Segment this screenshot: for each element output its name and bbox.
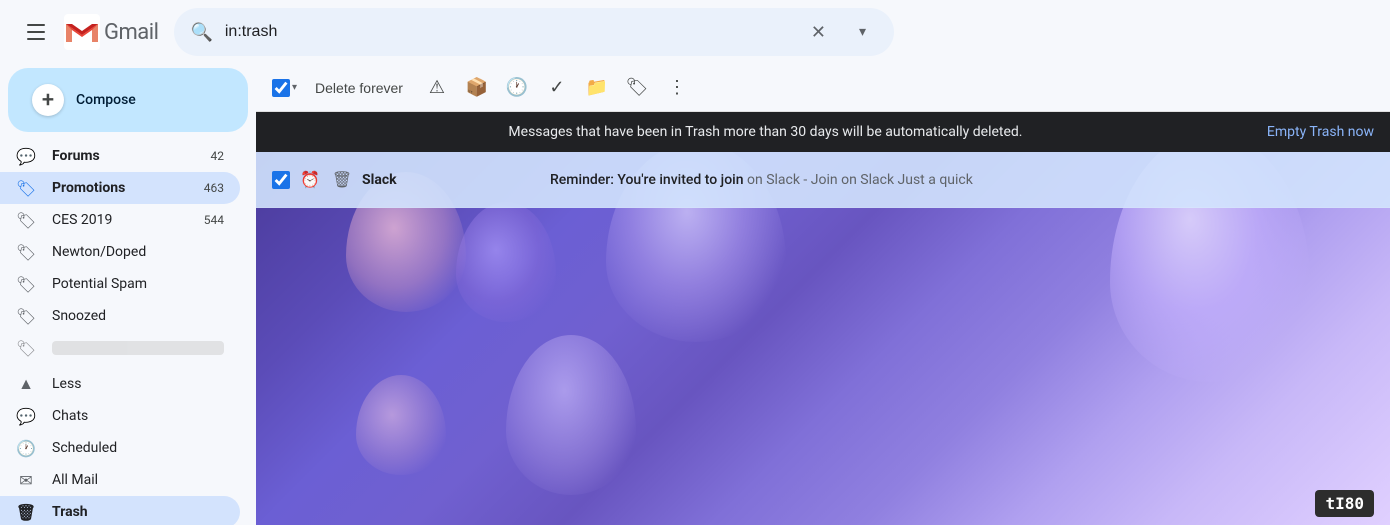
chats-icon: 💬: [16, 406, 36, 426]
less-chevron-icon: ▲: [16, 374, 36, 394]
compose-button[interactable]: + Compose: [8, 68, 248, 132]
sidebar-item-forums[interactable]: 💬 Forums 42: [0, 140, 240, 172]
snoozed-icon: 🏷: [16, 306, 36, 326]
email-trash-action-icon: 🗑: [330, 168, 354, 192]
forums-count: 42: [211, 149, 225, 163]
jellyfish-6: [356, 375, 446, 475]
promotions-icon: 🏷: [16, 178, 36, 198]
sidebar-item-scheduled[interactable]: 🕐 Scheduled: [0, 432, 240, 464]
sidebar-item-chats[interactable]: 💬 Chats: [0, 400, 240, 432]
sidebar-item-unknown[interactable]: 🏷: [0, 332, 240, 364]
potential-spam-icon: 🏷: [16, 274, 36, 294]
sidebar-item-promotions[interactable]: 🏷 Promotions 463: [0, 172, 240, 204]
select-dropdown-arrow[interactable]: ▾: [290, 80, 299, 95]
checkmark-icon: ✓: [549, 77, 564, 98]
more-options-button[interactable]: ⋮: [659, 70, 695, 106]
search-icon: 🔍: [190, 22, 212, 43]
label-button[interactable]: 🏷: [619, 70, 655, 106]
gmail-text: Gmail: [104, 20, 158, 45]
gmail-m-icon: [64, 14, 100, 50]
sidebar-item-potential-spam[interactable]: 🏷 Potential Spam: [0, 268, 240, 300]
sidebar-item-label: Promotions: [52, 180, 204, 196]
sidebar-item-newton[interactable]: 🏷 Newton/Doped: [0, 236, 240, 268]
sidebar-item-allmail[interactable]: ✉ All Mail: [0, 464, 240, 496]
scheduled-label: Scheduled: [52, 440, 224, 456]
allmail-icon: ✉: [16, 470, 36, 490]
trash-label: Trash: [52, 504, 224, 520]
jellyfish-2: [456, 202, 556, 322]
email-snippet-extra: on Slack Just a quick: [841, 172, 973, 188]
sidebar-item-label: Potential Spam: [52, 276, 224, 292]
toolbar: ▾ Delete forever ⚠ 📦 🕐 ✓ 📁 🏷 ⋮: [256, 64, 1390, 112]
email-sender: Slack: [362, 172, 542, 188]
sidebar-item-trash[interactable]: 🗑 Trash: [0, 496, 240, 525]
ces2019-icon: 🏷: [16, 210, 36, 230]
delete-forever-button[interactable]: Delete forever: [303, 74, 415, 102]
snooze-indicator-icon: ⏰: [298, 168, 322, 192]
label-icon: 🏷: [626, 77, 649, 98]
search-bar: 🔍 ✕ ▾: [174, 8, 894, 56]
sidebar-item-snoozed[interactable]: 🏷 Snoozed: [0, 300, 240, 332]
report-spam-button[interactable]: ⚠: [419, 70, 455, 106]
allmail-label: All Mail: [52, 472, 224, 488]
sidebar-item-label: Snoozed: [52, 308, 224, 324]
scheduled-icon: 🕐: [16, 438, 36, 458]
notification-text: Messages that have been in Trash more th…: [272, 124, 1259, 140]
email-subject-main: Reminder: You're invited to join: [550, 172, 744, 188]
move-to-button[interactable]: 📁: [579, 70, 615, 106]
unknown-icon: 🏷: [16, 338, 36, 358]
trash-icon: 🗑: [16, 502, 36, 522]
search-options-button[interactable]: ▾: [846, 16, 878, 48]
less-label: Less: [52, 376, 224, 392]
archive-button[interactable]: 📦: [459, 70, 495, 106]
sidebar-item-label: CES 2019: [52, 212, 204, 228]
email-snippet: on Slack - Join: [747, 172, 838, 188]
search-input[interactable]: [225, 23, 791, 41]
move-icon: 📁: [586, 77, 608, 98]
topbar: Gmail 🔍 ✕ ▾: [0, 0, 1390, 64]
snooze-button[interactable]: 🕐: [499, 70, 535, 106]
empty-trash-button[interactable]: Empty Trash now: [1267, 124, 1374, 140]
snooze-clock-icon: 🕐: [506, 77, 528, 98]
compose-label: Compose: [76, 92, 136, 108]
table-row[interactable]: ⏰ 🗑 Slack Reminder: You're invited to jo…: [256, 152, 1390, 208]
search-clear-button[interactable]: ✕: [802, 16, 834, 48]
chats-label: Chats: [52, 408, 224, 424]
sidebar-item-label: Forums: [52, 148, 211, 164]
archive-icon: 📦: [466, 77, 488, 98]
email-checkbox[interactable]: [272, 171, 290, 189]
hamburger-icon: [27, 24, 45, 40]
watermark: tI80: [1315, 490, 1374, 517]
select-all-checkbox[interactable]: [272, 79, 290, 97]
sidebar-item-ces2019[interactable]: 🏷 CES 2019 544: [0, 204, 240, 236]
promotions-count: 463: [204, 181, 224, 195]
sidebar: + Compose 💬 Forums 42 🏷 Promotions 463 🏷…: [0, 64, 256, 525]
mark-done-button[interactable]: ✓: [539, 70, 575, 106]
ces2019-count: 544: [204, 213, 224, 227]
content-area: ▾ Delete forever ⚠ 📦 🕐 ✓ 📁 🏷 ⋮: [256, 64, 1390, 525]
more-vert-icon: ⋮: [668, 77, 686, 98]
newton-icon: 🏷: [16, 242, 36, 262]
jellyfish-5: [506, 335, 636, 495]
gmail-logo: Gmail: [64, 14, 158, 50]
email-list: ⏰ 🗑 Slack Reminder: You're invited to jo…: [256, 152, 1390, 525]
compose-plus-icon: +: [32, 84, 64, 116]
notification-bar: Messages that have been in Trash more th…: [256, 112, 1390, 152]
menu-button[interactable]: [16, 12, 56, 52]
select-all-wrap: ▾: [272, 79, 299, 97]
spam-icon: ⚠: [429, 77, 445, 98]
sidebar-item-label: [52, 341, 224, 355]
forums-icon: 💬: [16, 146, 36, 166]
email-subject: Reminder: You're invited to join on Slac…: [550, 172, 1366, 188]
main-layout: + Compose 💬 Forums 42 🏷 Promotions 463 🏷…: [0, 64, 1390, 525]
sidebar-item-less[interactable]: ▲ Less: [0, 368, 240, 400]
sidebar-item-label: Newton/Doped: [52, 244, 224, 260]
